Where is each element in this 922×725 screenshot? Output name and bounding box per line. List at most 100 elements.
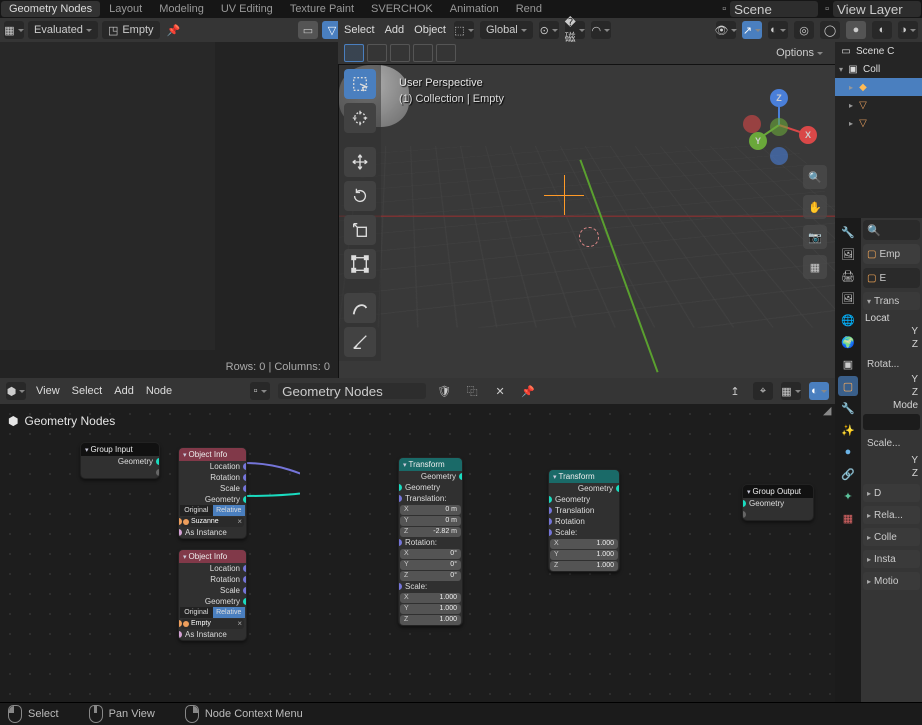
socket-geometry-out[interactable] xyxy=(156,458,160,465)
node-editor[interactable]: ⬢ Geometry Nodes ◢ ▾Group Input Geometry… xyxy=(0,404,835,703)
snap-dropdown[interactable]: �磁 xyxy=(565,21,585,39)
properties-search[interactable]: 🔍 xyxy=(863,220,920,240)
view-layer-selector[interactable]: ▫ xyxy=(825,1,921,17)
transform-orientation-icon[interactable]: ⬚ xyxy=(454,21,474,39)
proportional-edit-dropdown[interactable]: ◠ xyxy=(591,21,611,39)
outliner-item-empty[interactable]: ▸◆ xyxy=(835,78,922,96)
tab-texture-paint[interactable]: Texture Paint xyxy=(282,1,362,17)
menu-view[interactable]: View xyxy=(34,385,62,397)
tab-render[interactable]: Rend xyxy=(508,1,550,17)
select-tool-button[interactable]: ▭ xyxy=(298,21,318,39)
pin-icon[interactable]: 📌 xyxy=(518,382,538,400)
prop-tab-modifiers-icon[interactable]: 🔧 xyxy=(838,398,858,418)
socket-geometry-out[interactable] xyxy=(243,598,247,605)
tool-select-box[interactable] xyxy=(344,69,376,99)
prop-tab-scene-icon[interactable]: 🌐 xyxy=(838,310,858,330)
socket-geometry-in[interactable] xyxy=(398,484,402,491)
outliner-collection-row[interactable]: ▾▣Coll xyxy=(835,60,922,78)
axis-neg-z-handle[interactable] xyxy=(770,147,788,165)
tab-layout[interactable]: Layout xyxy=(101,1,150,17)
node-group-output[interactable]: ▾Group Output Geometry xyxy=(742,484,814,521)
socket-rotation-out[interactable] xyxy=(243,474,247,481)
overlay-dropdown[interactable]: ◐ xyxy=(809,382,829,400)
prop-tab-particles-icon[interactable]: ✨ xyxy=(838,420,858,440)
panel-delta-header[interactable]: ▸D xyxy=(863,484,920,502)
socket-scale-out[interactable] xyxy=(243,587,247,594)
object-field[interactable]: Suzanne× xyxy=(181,517,244,527)
value-field[interactable]: Z1.000 xyxy=(400,615,461,625)
3d-viewport[interactable]: User Perspective (1) Collection | Empty … xyxy=(338,64,838,380)
select-mode-box-icon[interactable] xyxy=(344,44,364,62)
panel-collections-header[interactable]: ▸Colle xyxy=(863,528,920,546)
shading-solid-button[interactable]: ● xyxy=(846,21,866,39)
select-mode-intersect-icon[interactable] xyxy=(436,44,456,62)
object-name-input[interactable]: ▢E xyxy=(863,268,920,288)
value-field[interactable]: Z-2.82 m xyxy=(400,527,461,537)
socket-scale-in[interactable] xyxy=(398,583,402,590)
pivot-dropdown[interactable]: ⊙ xyxy=(539,21,559,39)
object-evaluation-dropdown[interactable]: Evaluated xyxy=(28,21,98,39)
fake-user-icon[interactable]: 🛡 xyxy=(434,382,454,400)
axis-neg-x-handle[interactable] xyxy=(743,115,761,133)
tool-measure[interactable] xyxy=(344,327,376,357)
region-resize-handle-icon[interactable]: ◢ xyxy=(823,404,833,414)
socket-location-out[interactable] xyxy=(243,565,247,572)
node-transform-1[interactable]: ▾Transform Geometry Geometry Translation… xyxy=(398,457,463,626)
clear-icon[interactable]: × xyxy=(237,517,242,526)
panel-transform-header[interactable]: ▾Trans xyxy=(863,292,920,310)
3d-cursor[interactable] xyxy=(544,175,584,215)
value-field[interactable]: Y0 m xyxy=(400,516,461,526)
nodetree-name-input[interactable] xyxy=(278,383,426,399)
clear-icon[interactable]: × xyxy=(237,619,242,628)
node-transform-2[interactable]: ▾Transform Geometry Geometry Translation… xyxy=(548,469,620,572)
perspective-toggle-icon[interactable]: ▦ xyxy=(803,255,827,279)
menu-object[interactable]: Object xyxy=(412,24,448,36)
node-group-input[interactable]: ▾Group Input Geometry xyxy=(80,442,160,479)
tab-modeling[interactable]: Modeling xyxy=(151,1,212,17)
browse-icon[interactable]: ▫ xyxy=(825,3,829,15)
tool-scale[interactable] xyxy=(344,215,376,245)
panel-instancing-header[interactable]: ▸Insta xyxy=(863,550,920,568)
workspace-tabs[interactable]: Geometry Nodes Layout Modeling UV Editin… xyxy=(0,0,922,18)
value-field[interactable]: X0 m xyxy=(400,505,461,515)
tab-uv[interactable]: UV Editing xyxy=(213,1,281,17)
tool-cursor[interactable] xyxy=(344,103,376,133)
tab-animation[interactable]: Animation xyxy=(442,1,507,17)
prop-tab-physics-icon[interactable]: ● xyxy=(838,442,858,462)
prop-tab-constraints-icon[interactable]: 🔗 xyxy=(838,464,858,484)
tab-sverchok[interactable]: SVERCHOK xyxy=(363,1,441,17)
overlay-dropdown[interactable]: ◐ xyxy=(768,21,788,39)
value-field[interactable]: Y1.000 xyxy=(400,604,461,614)
value-field[interactable]: X0° xyxy=(400,549,461,559)
select-mode-extend-icon[interactable] xyxy=(367,44,387,62)
node-object-info-2[interactable]: ▾Object Info Location Rotation Scale Geo… xyxy=(178,549,247,641)
outliner-scene-row[interactable]: ▭Scene C xyxy=(835,42,922,60)
gizmo-dropdown[interactable]: ↗ xyxy=(742,21,762,39)
nodetree-browse-icon[interactable]: ▫ xyxy=(250,382,270,400)
socket-geometry-out[interactable] xyxy=(243,496,247,503)
scene-name-input[interactable] xyxy=(730,1,818,17)
menu-select[interactable]: Select xyxy=(342,24,377,36)
value-field[interactable]: Z0° xyxy=(400,571,461,581)
menu-select[interactable]: Select xyxy=(70,385,105,397)
spreadsheet-object-chip[interactable]: ◳ Empty xyxy=(102,21,160,39)
shading-wire-button[interactable]: ◯ xyxy=(820,21,840,39)
tool-move[interactable] xyxy=(344,147,376,177)
panel-relations-header[interactable]: ▸Rela... xyxy=(863,506,920,524)
select-mode-subtract-icon[interactable] xyxy=(390,44,410,62)
snap-mode-dropdown[interactable]: ▦ xyxy=(781,382,801,400)
socket-as-instance-in[interactable] xyxy=(178,631,182,638)
shading-popover[interactable]: ◑ xyxy=(898,21,918,39)
select-mode-invert-icon[interactable] xyxy=(413,44,433,62)
socket-geometry-out[interactable] xyxy=(459,473,463,480)
prop-tab-render-icon[interactable]: 🖼 xyxy=(838,244,858,264)
navigation-gizmo[interactable]: X Y Z xyxy=(739,85,819,165)
outliner-item[interactable]: ▸▽ xyxy=(835,96,922,114)
empty-object[interactable] xyxy=(579,227,599,247)
prop-tab-output-icon[interactable]: 🖨 xyxy=(838,266,858,286)
value-field[interactable]: Y1.000 xyxy=(550,550,618,560)
view-layer-input[interactable] xyxy=(833,1,921,17)
axis-neg-y-handle[interactable] xyxy=(770,118,788,136)
panel-motion-header[interactable]: ▸Motio xyxy=(863,572,920,590)
tool-transform[interactable] xyxy=(344,249,376,279)
